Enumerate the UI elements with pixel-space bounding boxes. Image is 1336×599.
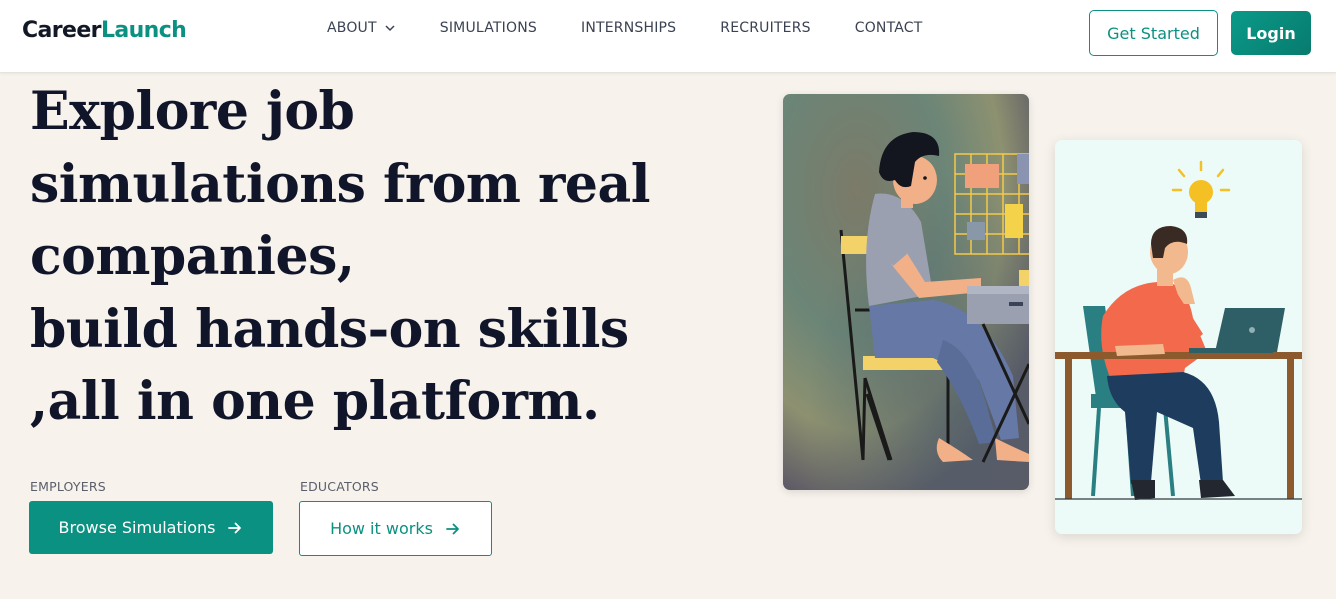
brand-logo-part2: Launch: [100, 18, 187, 43]
nav-recruiters[interactable]: RECRUITERS: [720, 20, 810, 36]
hero-headline-line: simulations from real: [30, 153, 650, 215]
nav-about-label: ABOUT: [327, 20, 377, 36]
how-it-works-button[interactable]: How it works: [299, 501, 492, 556]
illustration-person-at-desk: [783, 94, 1029, 490]
nav-simulations[interactable]: SIMULATIONS: [440, 20, 537, 36]
main-nav: ABOUT SIMULATIONS INTERNSHIPS RECRUITERS…: [327, 20, 923, 36]
chevron-down-icon: [385, 25, 395, 32]
hero-headline-line: companies,: [30, 226, 355, 287]
hero-headline: Explore job simulations from real compan…: [30, 76, 670, 439]
hero-headline-line: ,all in one platform.: [30, 371, 600, 432]
employers-label: EMPLOYERS: [30, 479, 106, 494]
brand-logo-part1: Career: [22, 18, 102, 43]
nav-internships[interactable]: INTERNSHIPS: [581, 20, 676, 36]
illustration-thinking-person: [1055, 140, 1302, 534]
brand-logo[interactable]: CareerLaunch: [22, 18, 187, 43]
login-button[interactable]: Login: [1231, 11, 1311, 55]
arrow-right-icon: [446, 523, 459, 534]
hero-headline-line: build hands-on skills: [30, 298, 629, 360]
arrow-right-icon: [228, 522, 242, 533]
nav-contact[interactable]: CONTACT: [855, 20, 923, 36]
how-it-works-label: How it works: [330, 519, 433, 538]
hero-headline-line: Explore job: [30, 81, 355, 142]
browse-simulations-button[interactable]: Browse Simulations: [29, 501, 273, 554]
get-started-button[interactable]: Get Started: [1089, 10, 1218, 56]
top-navbar: CareerLaunch ABOUT SIMULATIONS INTERNSHI…: [0, 0, 1336, 73]
browse-simulations-label: Browse Simulations: [58, 518, 216, 537]
nav-about[interactable]: ABOUT: [327, 20, 395, 36]
educators-label: EDUCATORS: [300, 479, 379, 494]
